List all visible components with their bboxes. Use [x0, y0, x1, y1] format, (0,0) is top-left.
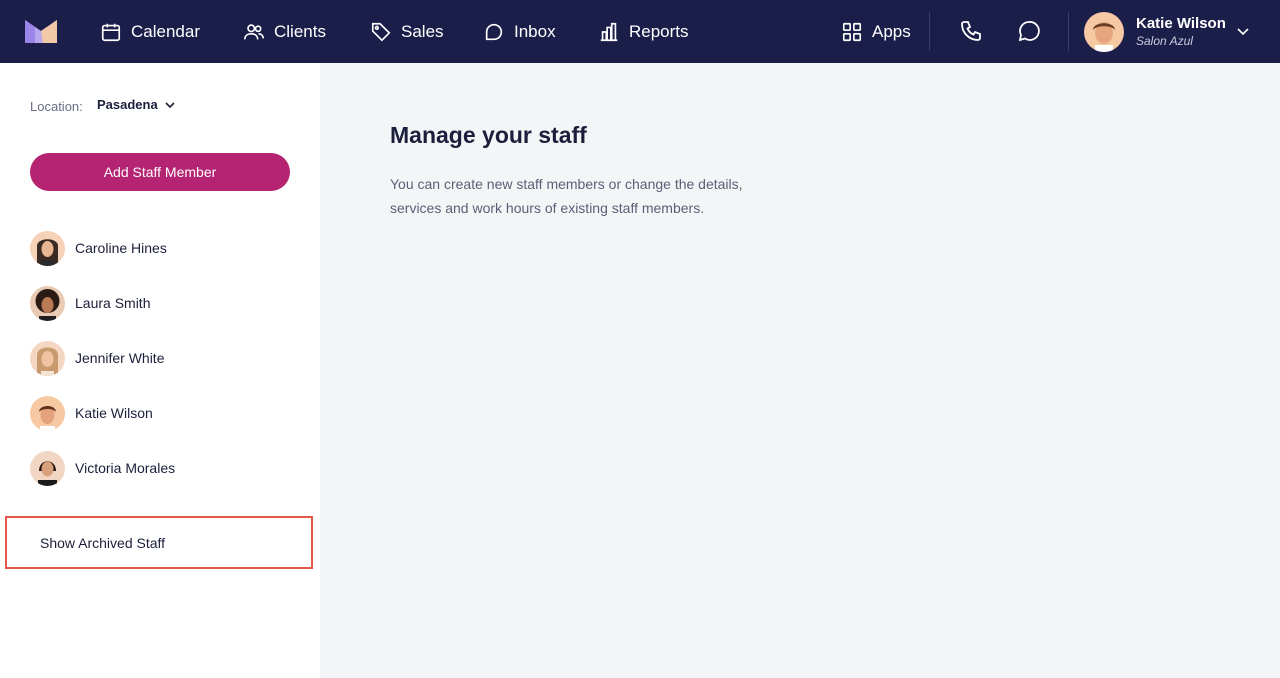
staff-list-item[interactable]: Laura Smith — [30, 285, 290, 321]
staff-name: Katie Wilson — [75, 405, 153, 421]
page-description: You can create new staff members or chan… — [390, 176, 743, 216]
user-avatar[interactable] — [1084, 12, 1124, 52]
messages-button[interactable] — [1015, 17, 1043, 45]
user-name[interactable]: Katie Wilson — [1136, 15, 1226, 32]
nav-label: Sales — [401, 21, 444, 41]
add-staff-member-button[interactable]: Add Staff Member — [30, 153, 290, 191]
users-icon — [244, 23, 264, 39]
staff-list-item[interactable]: Caroline Hines — [30, 230, 290, 266]
user-salon: Salon Azul — [1136, 34, 1193, 48]
tag-icon — [371, 22, 391, 41]
location-label: Location: — [30, 99, 83, 114]
nav-divider — [1068, 12, 1069, 51]
brand-logo[interactable] — [25, 20, 57, 43]
phone-button[interactable] — [957, 17, 985, 45]
nav-sales[interactable]: Sales — [370, 0, 444, 63]
staff-name: Victoria Morales — [75, 460, 176, 476]
sidebar: Location: Pasadena Add Staff Member Caro… — [0, 63, 320, 678]
calendar-icon — [101, 23, 121, 41]
nav-label: Calendar — [131, 21, 200, 41]
nav-divider — [929, 12, 930, 51]
nav-calendar[interactable]: Calendar — [100, 0, 200, 63]
nav-inbox[interactable]: Inbox — [483, 0, 556, 63]
chevron-down-icon — [165, 101, 175, 108]
apps-label: Apps — [872, 21, 911, 41]
page-title: Manage your staff — [390, 122, 587, 148]
staff-list-item[interactable]: Jennifer White — [30, 340, 290, 376]
staff-name: Caroline Hines — [75, 240, 167, 256]
location-value: Pasadena — [97, 97, 158, 112]
staff-avatar — [30, 230, 65, 266]
phone-icon — [961, 21, 981, 41]
nav-label: Clients — [274, 21, 326, 41]
nav-label: Inbox — [514, 21, 556, 41]
staff-list-item[interactable]: Victoria Morales — [30, 450, 290, 486]
staff-avatar — [30, 450, 65, 486]
message-icon — [1018, 21, 1040, 42]
staff-list-item[interactable]: Katie Wilson — [30, 395, 290, 431]
nav-clients[interactable]: Clients — [243, 0, 326, 63]
nav-label: Reports — [629, 21, 689, 41]
staff-name: Jennifer White — [75, 350, 165, 366]
show-archived-staff-link[interactable]: Show Archived Staff — [5, 516, 313, 569]
location-dropdown[interactable]: Pasadena — [97, 97, 176, 112]
grid-icon — [842, 22, 862, 41]
staff-avatar — [30, 285, 65, 321]
staff-avatar — [30, 395, 65, 431]
nav-reports[interactable]: Reports — [598, 0, 689, 63]
nav-apps[interactable]: Apps — [841, 0, 911, 63]
bar-chart-icon — [600, 22, 618, 41]
staff-avatar — [30, 340, 65, 376]
staff-name: Laura Smith — [75, 295, 151, 311]
top-navigation-bar: Calendar Clients Sales Inbox Reports App… — [0, 0, 1280, 63]
chevron-down-icon[interactable] — [1236, 24, 1250, 38]
chat-icon — [485, 23, 503, 40]
